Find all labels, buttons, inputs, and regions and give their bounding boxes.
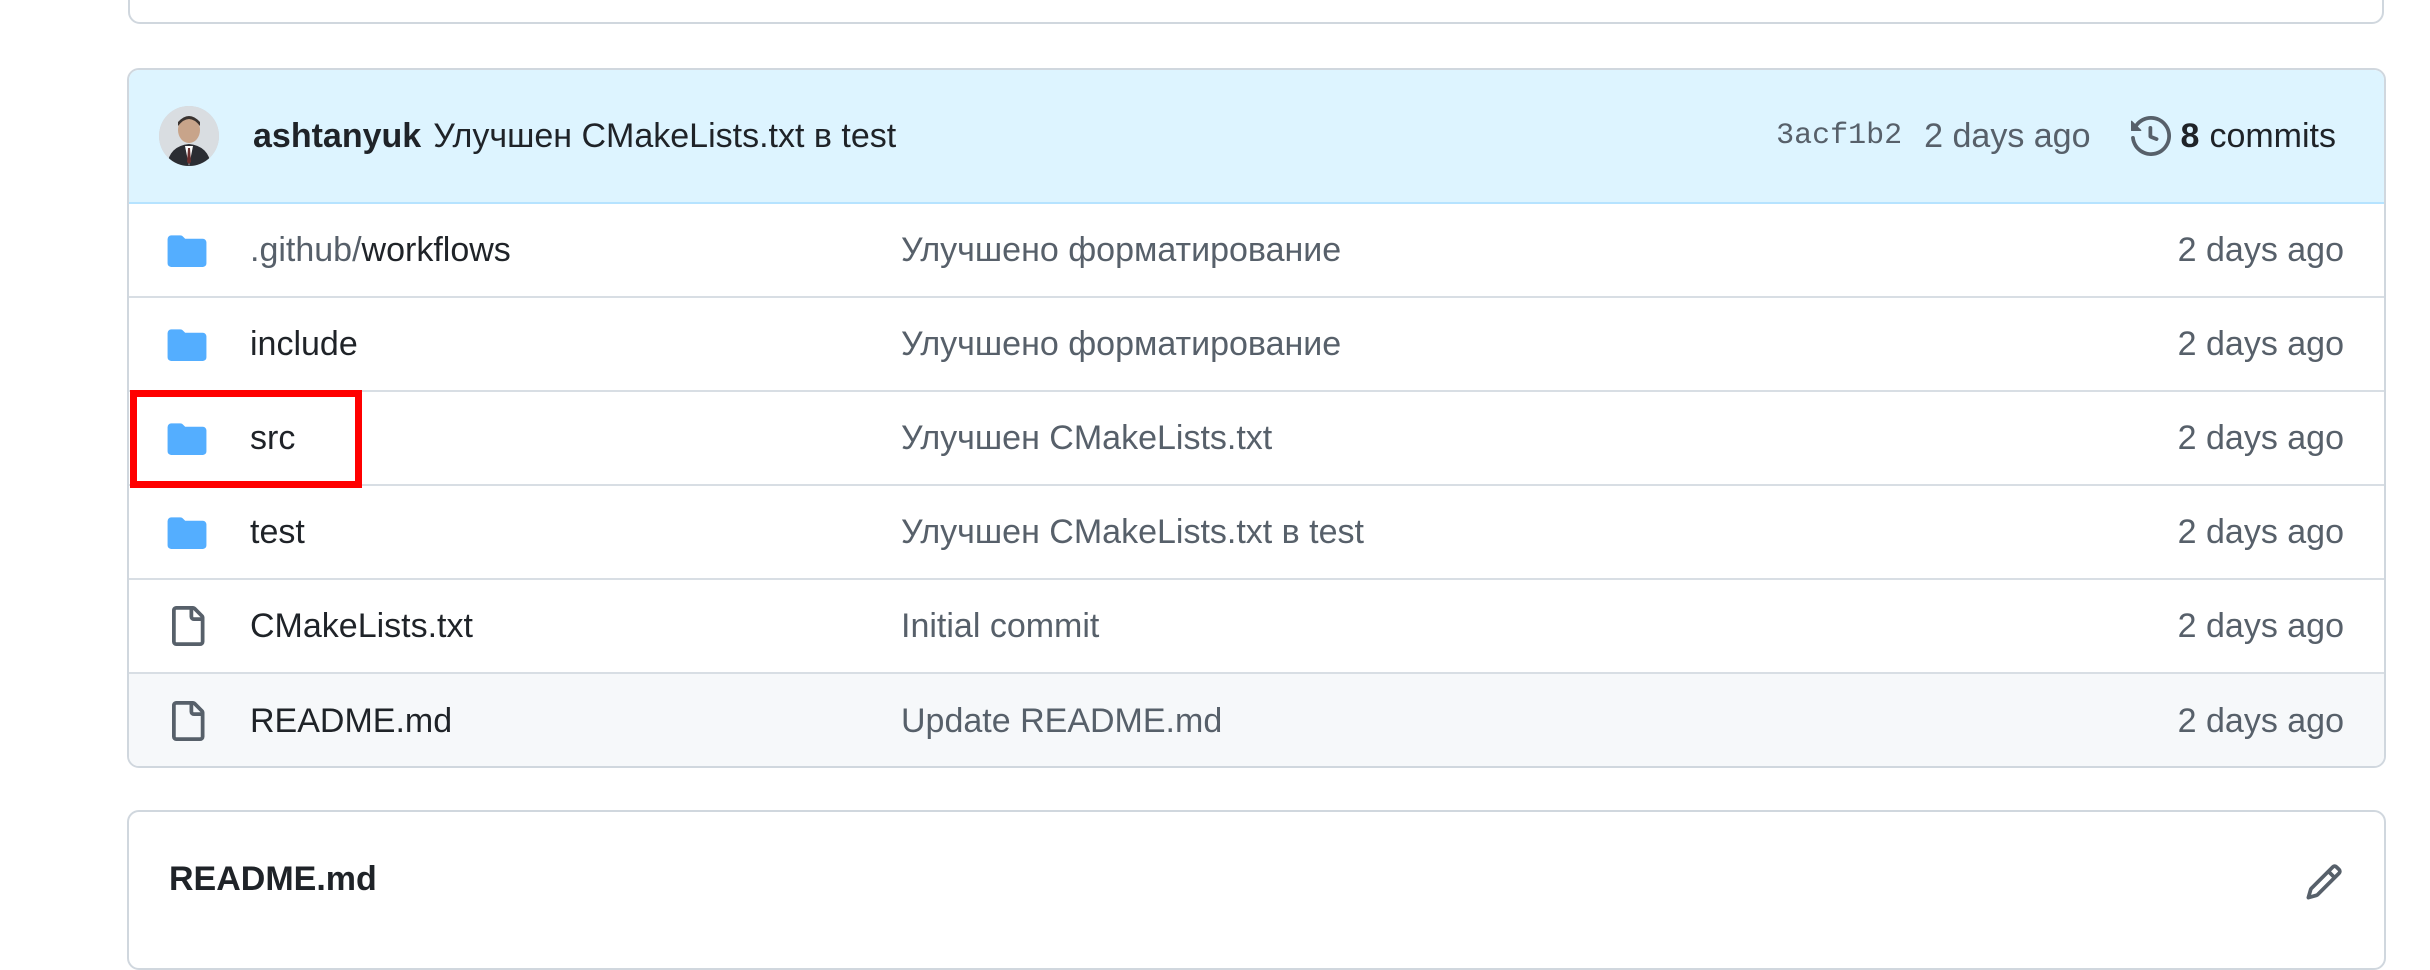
latest-commit-bar: ashtanyuk Улучшен CMakeLists.txt в test … [129, 70, 2384, 204]
commit-message[interactable]: Улучшен CMakeLists.txt в test [433, 117, 896, 156]
file-name-main[interactable]: workflows [362, 231, 511, 269]
file-row-include[interactable]: include Улучшено форматирование 2 days a… [129, 298, 2384, 392]
commits-history-link[interactable]: 8 commits [2130, 116, 2336, 156]
file-row-cmakelists[interactable]: CMakeLists.txt Initial commit 2 days ago [129, 580, 2384, 674]
file-name[interactable]: include [250, 325, 358, 364]
file-age: 2 days ago [2177, 701, 2344, 740]
file-commit-message[interactable]: Улучшено форматирование [901, 325, 1341, 364]
previous-panel [128, 0, 2384, 24]
file-name-prefix[interactable]: .github/ [250, 231, 362, 269]
file-commit-message[interactable]: Update README.md [901, 702, 1222, 741]
file-name[interactable]: README.md [250, 702, 452, 741]
readme-panel: README.md [127, 810, 2386, 970]
file-name[interactable]: src [250, 419, 295, 458]
history-icon [2130, 116, 2171, 156]
pencil-icon[interactable] [2304, 862, 2344, 902]
folder-icon [167, 421, 207, 455]
file-commit-message[interactable]: Улучшено форматирование [901, 231, 1341, 270]
file-age: 2 days ago [2177, 230, 2344, 269]
file-icon [167, 606, 207, 646]
file-commit-message[interactable]: Улучшен CMakeLists.txt в test [901, 513, 1364, 552]
file-age: 2 days ago [2177, 512, 2344, 551]
readme-title[interactable]: README.md [169, 860, 377, 899]
file-row-workflows[interactable]: .github/workflows Улучшено форматировани… [129, 204, 2384, 298]
file-row-test[interactable]: test Улучшен CMakeLists.txt в test 2 day… [129, 486, 2384, 580]
file-age: 2 days ago [2177, 418, 2344, 457]
file-age: 2 days ago [2177, 324, 2344, 363]
file-commit-message[interactable]: Улучшен CMakeLists.txt [901, 419, 1272, 458]
commit-author[interactable]: ashtanyuk [253, 117, 421, 156]
avatar[interactable] [159, 106, 219, 166]
file-name[interactable]: CMakeLists.txt [250, 607, 473, 646]
file-name[interactable]: test [250, 513, 305, 552]
folder-icon [167, 327, 207, 361]
file-commit-message[interactable]: Initial commit [901, 607, 1099, 646]
file-age: 2 days ago [2177, 606, 2344, 645]
commit-time: 2 days ago [1924, 116, 2091, 155]
file-icon [167, 701, 207, 741]
folder-icon [167, 515, 207, 549]
folder-icon [167, 233, 207, 267]
file-name[interactable]: .github/workflows [250, 231, 511, 270]
commit-sha[interactable]: 3acf1b2 [1776, 119, 1902, 153]
file-browser: ashtanyuk Улучшен CMakeLists.txt в test … [127, 68, 2386, 768]
commit-count: 8 [2180, 116, 2200, 155]
file-row-src[interactable]: src Улучшен CMakeLists.txt 2 days ago [129, 392, 2384, 486]
file-row-readme[interactable]: README.md Update README.md 2 days ago [129, 674, 2384, 766]
commit-count-label: commits [2209, 116, 2336, 155]
